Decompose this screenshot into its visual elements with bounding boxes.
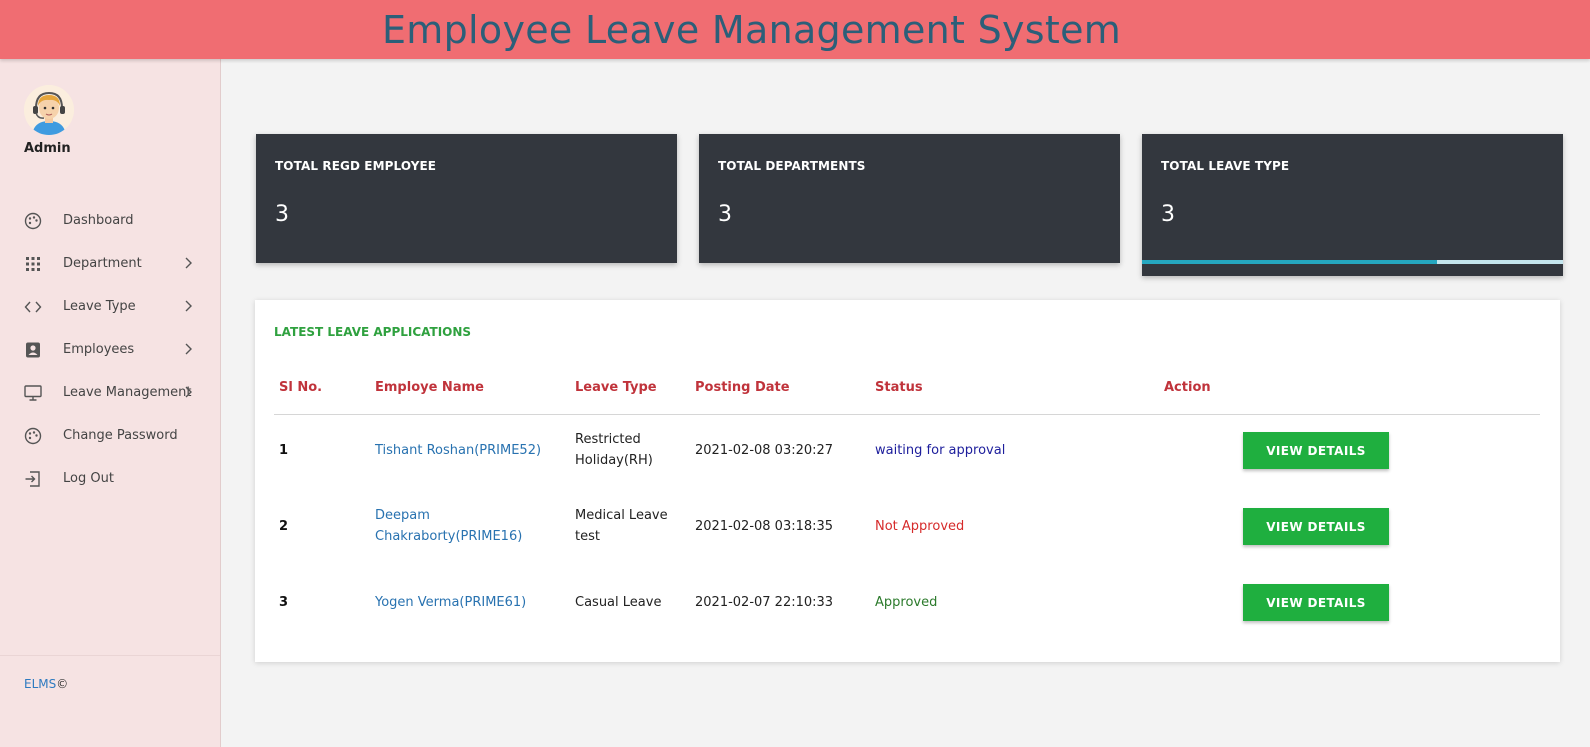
monitor-icon [24,385,42,401]
chevron-right-icon [185,386,192,398]
copyright-symbol: © [56,677,69,691]
sidebar-item-label: Dashboard [63,213,134,228]
sidebar-footer: ELMS© [24,677,68,691]
sidebar-item-leave-type[interactable]: Leave Type [0,285,220,328]
stat-title: TOTAL DEPARTMENTS [718,159,866,173]
sidebar-item-employees[interactable]: Employees [0,328,220,371]
sidebar-item-label: Department [63,256,142,271]
contact-card-icon [26,342,40,358]
stat-card-departments: TOTAL DEPARTMENTS 3 [699,134,1120,263]
sidebar-item-department[interactable]: Department [0,242,220,285]
stat-card-leave-types: TOTAL LEAVE TYPE 3 [1142,134,1563,276]
cell-posting-date: 2021-02-08 03:18:35 [695,519,834,534]
view-details-button[interactable]: VIEW DETAILS [1243,432,1389,469]
code-icon [24,301,42,313]
user-avatar-icon [24,85,74,135]
cell-status: Not Approved [875,519,965,534]
view-details-button[interactable]: VIEW DETAILS [1243,508,1389,545]
view-details-button[interactable]: VIEW DETAILS [1243,584,1389,621]
cell-posting-date: 2021-02-07 22:10:33 [695,595,834,610]
sidebar: Admin Dashboard Department Leave Type Em… [0,59,221,747]
cell-sl: 2 [279,519,289,534]
grid-icon [26,257,40,271]
cell-posting-date: 2021-02-08 03:20:27 [695,443,834,458]
top-bar: Employee Leave Management System [0,0,1590,59]
stat-value: 3 [718,202,732,227]
sidebar-item-label: Leave Type [63,299,136,314]
column-header-name: Employe Name [375,380,484,395]
cell-leave-type: Medical Leave test [575,508,668,544]
sidebar-item-label: Employees [63,342,135,357]
column-header-sl: Sl No. [279,380,323,395]
table-row: 3 Yogen Verma(PRIME61) Casual Leave 2021… [274,574,1540,644]
latest-leave-panel: LATEST LEAVE APPLICATIONS Sl No. Employe… [255,300,1560,662]
column-header-status: Status [875,380,923,395]
stat-card-employees: TOTAL REGD EMPLOYEE 3 [256,134,677,263]
cell-leave-type: Casual Leave [575,595,662,610]
cell-sl: 3 [279,595,289,610]
stat-title: TOTAL LEAVE TYPE [1161,159,1290,173]
table-row: 2 Deepam Chakraborty(PRIME16) Medical Lea… [274,498,1540,568]
column-header-leave-type: Leave Type [575,380,657,395]
avatar[interactable] [24,85,74,135]
cell-leave-type: Restricted Holiday(RH) [575,432,653,468]
sidebar-nav: Dashboard Department Leave Type Employee… [0,199,220,500]
column-header-posting-date: Posting Date [695,380,790,395]
cell-sl: 1 [279,443,289,458]
cell-employee-name[interactable]: Tishant Roshan(PRIME52) [375,440,541,461]
palette-icon [24,427,42,445]
sidebar-item-label: Change Password [63,428,178,443]
progress-bar [1142,260,1563,264]
logout-icon [25,471,40,487]
table-row: 1 Tishant Roshan(PRIME52) Restricted Holi… [274,422,1540,492]
table-header: Sl No. Employe Name Leave Type Posting D… [274,374,1540,415]
section-title: LATEST LEAVE APPLICATIONS [274,325,472,339]
sidebar-item-change-password[interactable]: Change Password [0,414,220,457]
sidebar-divider [0,655,220,656]
app-title: Employee Leave Management System [382,8,1122,52]
sidebar-item-dashboard[interactable]: Dashboard [0,199,220,242]
chevron-right-icon [185,300,192,312]
sidebar-item-label: Leave Management [63,385,192,400]
cell-employee-name[interactable]: Yogen Verma(PRIME61) [375,592,526,613]
stat-value: 3 [1161,202,1175,227]
cell-employee-name[interactable]: Deepam Chakraborty(PRIME16) [375,505,522,547]
footer-brand-link[interactable]: ELMS [24,677,56,691]
stat-value: 3 [275,202,289,227]
user-name: Admin [24,141,71,156]
stat-title: TOTAL REGD EMPLOYEE [275,159,437,173]
chevron-right-icon [185,257,192,269]
chevron-right-icon [185,343,192,355]
sidebar-item-log-out[interactable]: Log Out [0,457,220,500]
column-header-action: Action [1164,380,1211,395]
dashboard-icon [24,212,42,230]
sidebar-item-leave-management[interactable]: Leave Management [0,371,220,414]
cell-status: waiting for approval [875,443,1006,458]
cell-status: Approved [875,595,938,610]
sidebar-item-label: Log Out [63,471,114,486]
progress-bar-fill [1142,260,1437,264]
